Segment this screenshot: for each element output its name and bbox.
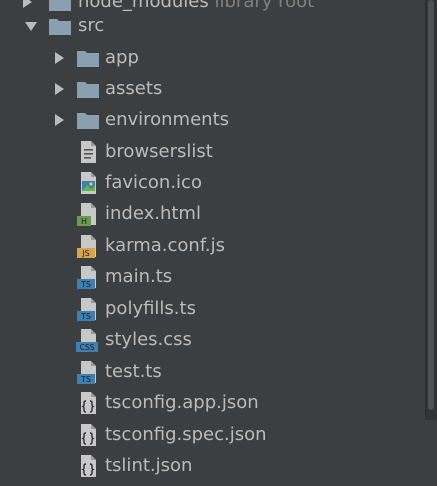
file-type-badge: TS (80, 375, 91, 384)
file-type-badge: TS (80, 280, 91, 289)
folder-label: src (78, 15, 105, 36)
file-type-badge: TS (80, 312, 91, 321)
file-type-badge: CSS (80, 343, 95, 352)
folder-label: environments (105, 109, 230, 130)
tree-row-file[interactable]: TS polyfills.ts (0, 293, 426, 324)
image-file-icon (81, 172, 96, 194)
ts-file-icon: TS (77, 266, 96, 289)
tree-row-file[interactable]: CSS styles.css (0, 324, 426, 355)
tree-row-folder[interactable]: app (0, 42, 426, 73)
tree-row-file[interactable]: JS karma.conf.js (0, 230, 426, 261)
js-file-icon: JS (77, 235, 96, 258)
json-file-icon (81, 424, 96, 446)
chevron-down-icon[interactable] (24, 19, 38, 33)
file-type-badge: H (81, 217, 87, 226)
tree-row-file[interactable]: TS main.ts (0, 261, 426, 292)
folder-icon (77, 82, 99, 98)
folder-label: assets (105, 78, 163, 99)
file-label: favicon.ico (105, 172, 202, 193)
tree-row-file[interactable]: tsconfig.app.json (0, 387, 426, 418)
folder-icon (77, 113, 99, 129)
ts-file-icon: TS (77, 361, 96, 384)
tree-row-src[interactable]: src (0, 10, 426, 41)
chevron-right-icon[interactable] (20, 0, 34, 9)
css-file-icon: CSS (76, 329, 98, 352)
tree-row-file[interactable]: favicon.ico (0, 167, 426, 198)
file-label: index.html (105, 203, 201, 224)
vertical-scrollbar[interactable] (425, 0, 437, 420)
file-type-badge: JS (81, 249, 89, 258)
chevron-right-icon[interactable] (52, 82, 66, 96)
chevron-right-icon[interactable] (52, 113, 66, 127)
json-file-icon (81, 392, 96, 414)
json-file-icon (81, 455, 96, 477)
scrollbar-thumb[interactable] (428, 0, 434, 410)
file-label: tsconfig.spec.json (105, 424, 267, 445)
tree-row-file[interactable]: TS test.ts (0, 356, 426, 387)
file-label: browserslist (105, 141, 213, 162)
folder-label: app (105, 47, 139, 68)
file-label: test.ts (105, 361, 162, 382)
folder-icon (77, 51, 99, 67)
tree-row-file[interactable]: tslint.json (0, 450, 426, 481)
html-file-icon: H (77, 203, 96, 226)
file-label: tsconfig.app.json (105, 392, 259, 413)
chevron-right-icon[interactable] (52, 51, 66, 65)
tree-row-file[interactable]: browserslist (0, 136, 426, 167)
tree-row-folder[interactable]: environments (0, 104, 426, 135)
file-label: main.ts (105, 266, 173, 287)
tree-row-folder[interactable]: assets (0, 73, 426, 104)
file-label: styles.css (105, 329, 192, 350)
file-label: tslint.json (105, 455, 193, 476)
tree-row-file[interactable]: H index.html (0, 198, 426, 229)
file-label: polyfills.ts (105, 298, 196, 319)
ts-file-icon: TS (77, 298, 96, 321)
project-tree-panel: node_modules library root src app assets… (0, 0, 437, 486)
text-file-icon (81, 141, 96, 163)
folder-icon (49, 19, 71, 35)
tree-row-file[interactable]: tsconfig.spec.json (0, 419, 426, 450)
file-label: karma.conf.js (105, 235, 225, 256)
